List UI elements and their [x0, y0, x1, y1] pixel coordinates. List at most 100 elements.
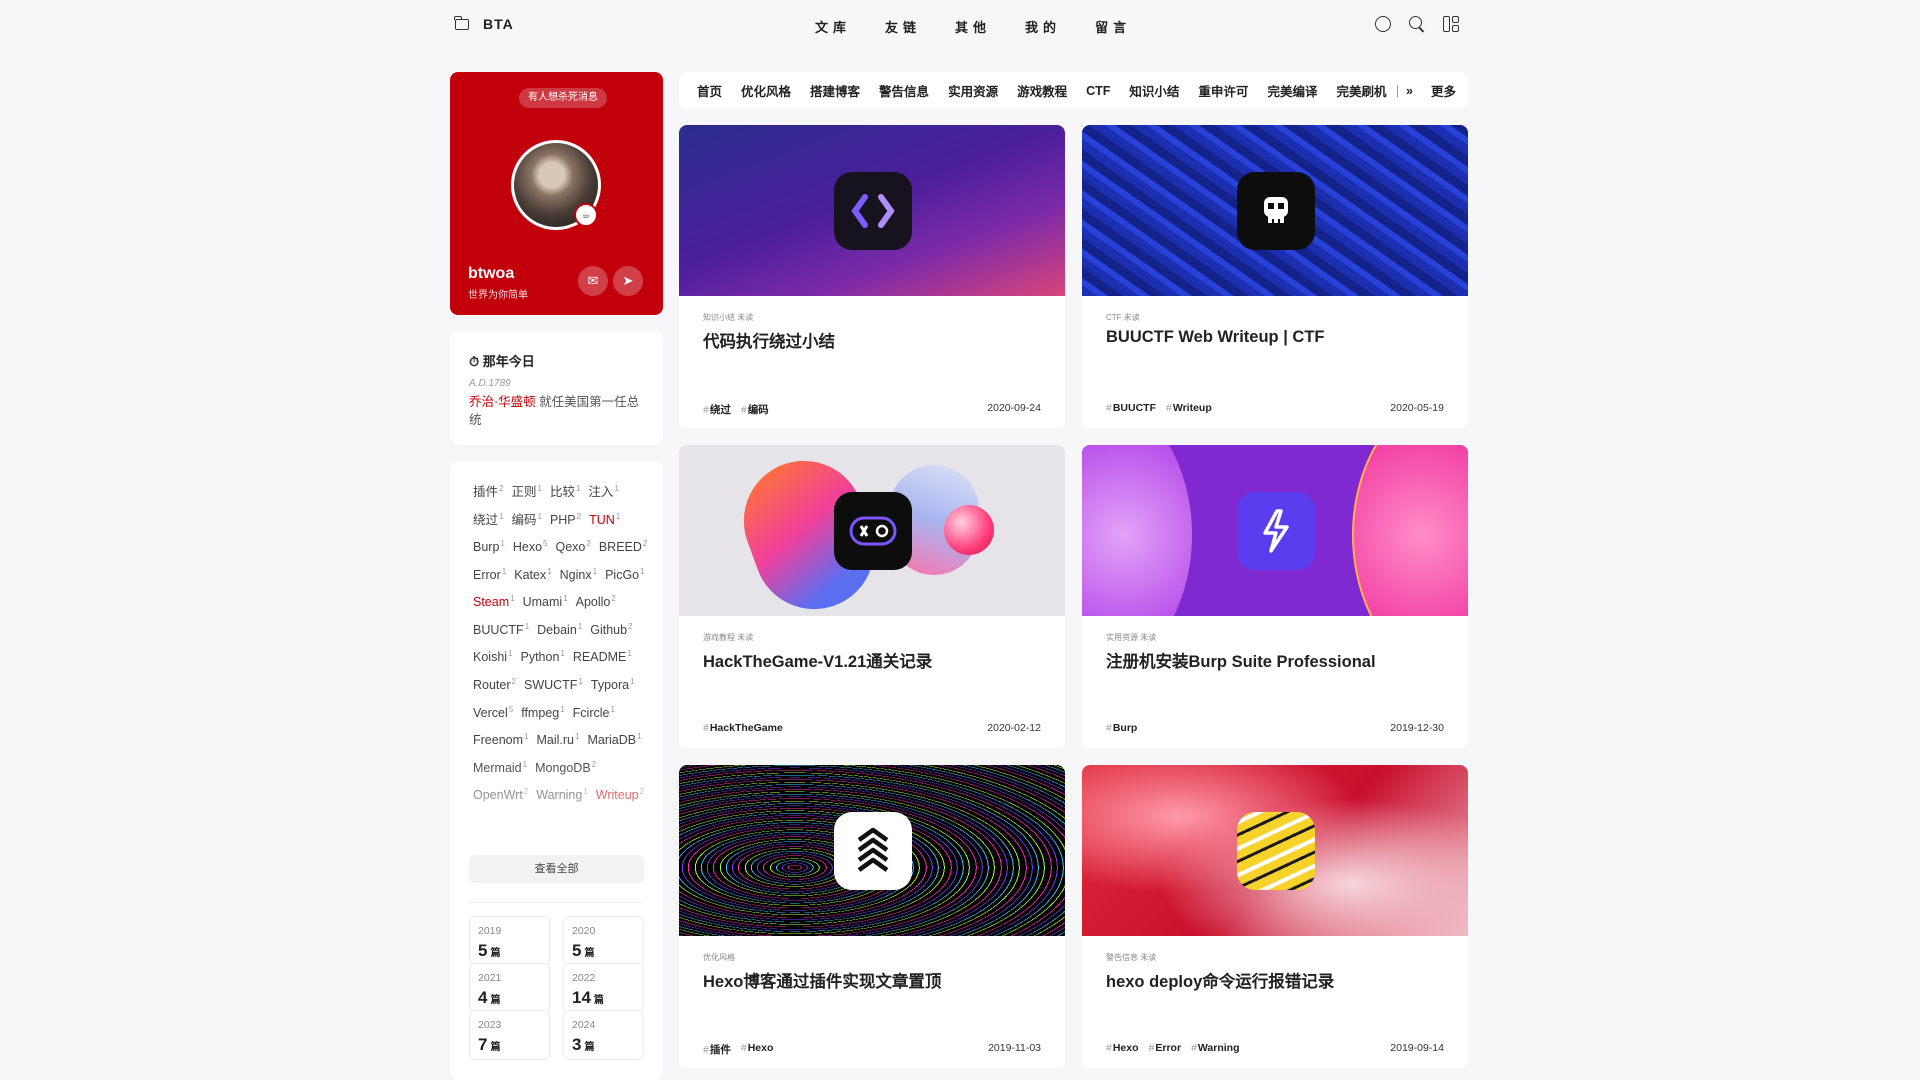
tag-item[interactable]: README1: [573, 642, 632, 670]
tag-item[interactable]: Mail.ru1: [536, 725, 579, 753]
tag-item[interactable]: OpenWrt2: [473, 780, 528, 808]
post-cover[interactable]: [1082, 125, 1468, 296]
post-cover[interactable]: [1082, 765, 1468, 936]
post-card[interactable]: CTF 未读 BUUCTF Web Writeup | CTF BUUCTF W…: [1082, 125, 1468, 428]
tag-item[interactable]: Router2: [473, 670, 516, 698]
tag-item[interactable]: 比较1: [550, 477, 580, 505]
post-cover[interactable]: [679, 445, 1065, 616]
menu-item-other[interactable]: 其他: [955, 17, 991, 36]
tag-item[interactable]: Katex1: [514, 560, 551, 588]
post-tag[interactable]: Burp: [1106, 722, 1138, 734]
tag-item[interactable]: Qexo2: [556, 532, 591, 560]
tag-item[interactable]: Koishi1: [473, 642, 513, 670]
menu-item-mine[interactable]: 我的: [1025, 17, 1061, 36]
archive-year-card[interactable]: 2021 4 篇: [469, 963, 550, 1013]
layout-icon[interactable]: [1443, 16, 1459, 32]
category-item[interactable]: 重申许可: [1198, 81, 1248, 100]
post-cover[interactable]: [679, 765, 1065, 936]
tag-item[interactable]: Error1: [473, 560, 506, 588]
menu-item-friends[interactable]: 友链: [885, 17, 921, 36]
double-chevron-right-icon[interactable]: »: [1406, 84, 1413, 98]
post-tag[interactable]: Warning: [1191, 1042, 1240, 1054]
tag-item[interactable]: Burp1: [473, 532, 505, 560]
tag-item[interactable]: MariaDB1: [587, 725, 641, 753]
tag-item[interactable]: Mermaid1: [473, 753, 527, 781]
tag-item[interactable]: Umami1: [523, 587, 568, 615]
tag-item[interactable]: Warning1: [536, 780, 588, 808]
category-item[interactable]: 实用资源: [948, 81, 998, 100]
tag-item[interactable]: PicGo1: [605, 560, 645, 588]
tag-item[interactable]: SWUCTF1: [524, 670, 583, 698]
menu-item-library[interactable]: 文库: [815, 17, 851, 36]
post-card[interactable]: 知识小结 未读 代码执行绕过小结 绕过 编码 2020-09-24: [679, 125, 1065, 428]
tag-item[interactable]: ffmpeg1: [521, 698, 564, 726]
category-item[interactable]: 知识小结: [1129, 81, 1179, 100]
more-button[interactable]: 更多: [1431, 81, 1456, 100]
archive-year-card[interactable]: 2023 7 篇: [469, 1010, 550, 1060]
post-cover[interactable]: [679, 125, 1065, 296]
tag-item[interactable]: Vercel5: [473, 698, 513, 726]
post-tag[interactable]: Writeup: [1166, 402, 1212, 414]
category-item[interactable]: 首页: [697, 81, 722, 100]
category-item[interactable]: 搭建博客: [810, 81, 860, 100]
category-item[interactable]: 完美刷机: [1336, 81, 1386, 100]
telegram-icon[interactable]: ➤: [613, 266, 643, 296]
post-tag[interactable]: Hexo: [1106, 1042, 1139, 1054]
tag-item[interactable]: Github2: [590, 615, 632, 643]
archive-year-card[interactable]: 2019 5 篇: [469, 916, 550, 966]
category-more[interactable]: » 更多: [1397, 72, 1456, 109]
tag-item[interactable]: TUN1: [589, 505, 620, 533]
post-tag[interactable]: BUUCTF: [1106, 402, 1156, 414]
tag-item[interactable]: Steam1: [473, 587, 515, 615]
post-tag[interactable]: 编码: [741, 402, 769, 417]
archive-year-card[interactable]: 2024 3 篇: [563, 1010, 644, 1060]
theme-toggle-icon[interactable]: [1375, 16, 1391, 32]
tag-item[interactable]: Fcircle1: [573, 698, 615, 726]
tag-item[interactable]: 正则1: [511, 477, 541, 505]
archive-year-card[interactable]: 2022 14 篇: [563, 963, 644, 1013]
on-this-day-highlight[interactable]: 乔治·华盛顿: [469, 395, 536, 409]
category-item[interactable]: 优化风格: [741, 81, 791, 100]
tag-item[interactable]: 绕过1: [473, 505, 503, 533]
tag-item[interactable]: MongoDB2: [535, 753, 596, 781]
tag-item[interactable]: Hexo5: [513, 532, 548, 560]
archive-year-card[interactable]: 2020 5 篇: [563, 916, 644, 966]
search-icon[interactable]: [1409, 16, 1425, 32]
tag-item[interactable]: Writeup2: [596, 780, 644, 808]
post-card[interactable]: 警告信息 未读 hexo deploy命令运行报错记录 Hexo Error W…: [1082, 765, 1468, 1068]
tag-item[interactable]: 插件2: [473, 477, 503, 505]
tag-item[interactable]: BUUCTF1: [473, 615, 529, 643]
post-card[interactable]: 游戏教程 未读 HackTheGame-V1.21通关记录 HackTheGam…: [679, 445, 1065, 748]
post-title[interactable]: 代码执行绕过小结: [703, 328, 835, 352]
post-card[interactable]: 实用资源 未读 注册机安装Burp Suite Professional Bur…: [1082, 445, 1468, 748]
post-title[interactable]: BUUCTF Web Writeup | CTF: [1106, 328, 1325, 347]
tag-item[interactable]: 注入1: [588, 477, 618, 505]
menu-item-message[interactable]: 留言: [1095, 17, 1131, 36]
post-title[interactable]: 注册机安装Burp Suite Professional: [1106, 648, 1376, 672]
tag-item[interactable]: Python1: [521, 642, 565, 670]
tag-item[interactable]: PHP2: [550, 505, 581, 533]
post-tag[interactable]: HackTheGame: [703, 722, 783, 734]
category-item[interactable]: 警告信息: [879, 81, 929, 100]
category-item[interactable]: 游戏教程: [1017, 81, 1067, 100]
category-item[interactable]: 完美编译: [1267, 81, 1317, 100]
post-title[interactable]: HackTheGame-V1.21通关记录: [703, 648, 932, 672]
tag-item[interactable]: Apollo2: [576, 587, 616, 615]
post-tag[interactable]: Error: [1149, 1042, 1181, 1054]
post-title[interactable]: hexo deploy命令运行报错记录: [1106, 968, 1334, 992]
post-title[interactable]: Hexo博客通过插件实现文章置顶: [703, 968, 941, 992]
post-tag[interactable]: 插件: [703, 1042, 731, 1057]
category-item[interactable]: CTF: [1086, 84, 1110, 98]
tag-item[interactable]: Freenom1: [473, 725, 528, 753]
tag-item[interactable]: 编码1: [511, 505, 541, 533]
site-logo[interactable]: BTA: [454, 15, 514, 32]
mail-icon[interactable]: ✉: [578, 266, 608, 296]
post-card[interactable]: 优化风格 Hexo博客通过插件实现文章置顶 插件 Hexo 2019-11-03: [679, 765, 1065, 1068]
post-cover[interactable]: [1082, 445, 1468, 616]
post-tag[interactable]: Hexo: [741, 1042, 774, 1057]
tag-item[interactable]: Typora1: [591, 670, 635, 698]
tag-item[interactable]: Debain1: [537, 615, 582, 643]
tag-item[interactable]: Nginx1: [560, 560, 597, 588]
tag-item[interactable]: BREED2: [599, 532, 648, 560]
post-tag[interactable]: 绕过: [703, 402, 731, 417]
